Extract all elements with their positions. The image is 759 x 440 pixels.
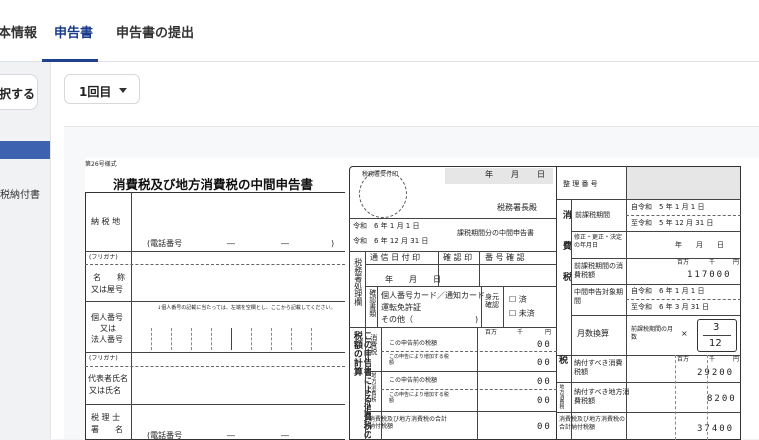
sidebar-item-payment-slip[interactable]: 税納付書 (0, 186, 50, 201)
check-done[interactable]: ☐ 済 (509, 296, 527, 304)
period-caption: 課税期間分の中間申告書 (457, 229, 534, 237)
row-2-value: 00 (537, 358, 552, 368)
row-1-value: 00 (537, 340, 552, 350)
tab-declaration[interactable]: 申告書 (54, 22, 93, 41)
chevron-down-icon (119, 88, 127, 93)
tax-office-suffix: 税務署長殿 (497, 203, 537, 212)
period-select-value: 1回目 (79, 85, 112, 99)
nofu-shohi-value: 29200 (697, 368, 735, 378)
tab-submit-declaration[interactable]: 申告書の提出 (116, 22, 194, 41)
name-label-1: 名 称 (93, 273, 125, 282)
shinkoku-side-label: この申告書による消費税の税額の計算 (351, 331, 371, 439)
sidebar-active-item[interactable] (0, 141, 50, 159)
phone-label: (電話番号 (147, 239, 183, 248)
period-select[interactable]: 1回目 (64, 74, 140, 104)
sidebar: 択する 税納付書 (0, 62, 50, 439)
stamp-label: 税務署受付印 (362, 171, 399, 178)
row-3-value: 00 (537, 377, 552, 387)
nofu-chiho-value: 8200 (707, 394, 737, 404)
row-5-value: 00 (537, 422, 552, 432)
total-value: 37400 (697, 424, 735, 434)
tax-form: 第26号様式 消費税及び地方消費税の中間申告書 納 税 地 (電話番号 ― ― … (85, 158, 759, 440)
mynumber-note: ↓個人番号の記載に当たっては、左端を空欄とし、ここから記載してください。 (157, 305, 336, 311)
check-not-done[interactable]: ☐ 未済 (509, 310, 535, 318)
row-1-label: この申告前の税額 (389, 340, 438, 347)
shori-label: 税務署処理欄 (353, 258, 363, 306)
period-to: 令和 6 年 12 月 31 日 (353, 237, 429, 245)
top-tab-bar: 本情報 申告書 申告書の提出 (0, 0, 759, 62)
furigana-label: (フリガナ) (89, 254, 118, 261)
form-number: 第26号様式 (85, 161, 117, 168)
left-section (85, 192, 345, 440)
period-from: 令和 6 年 1 月 1 日 (353, 222, 420, 230)
panel-divider (50, 62, 51, 439)
name-label-2: 又は屋号 (91, 285, 123, 294)
select-action-button[interactable]: 択する (0, 74, 38, 110)
row-4-value: 00 (537, 396, 552, 406)
form-title: 消費税及び地方消費税の中間申告書 (113, 177, 314, 192)
nozeichi-label: 納 税 地 (91, 217, 121, 226)
tab-basic-info[interactable]: 本情報 (0, 22, 37, 41)
prev-tax-value: 117000 (687, 270, 732, 280)
